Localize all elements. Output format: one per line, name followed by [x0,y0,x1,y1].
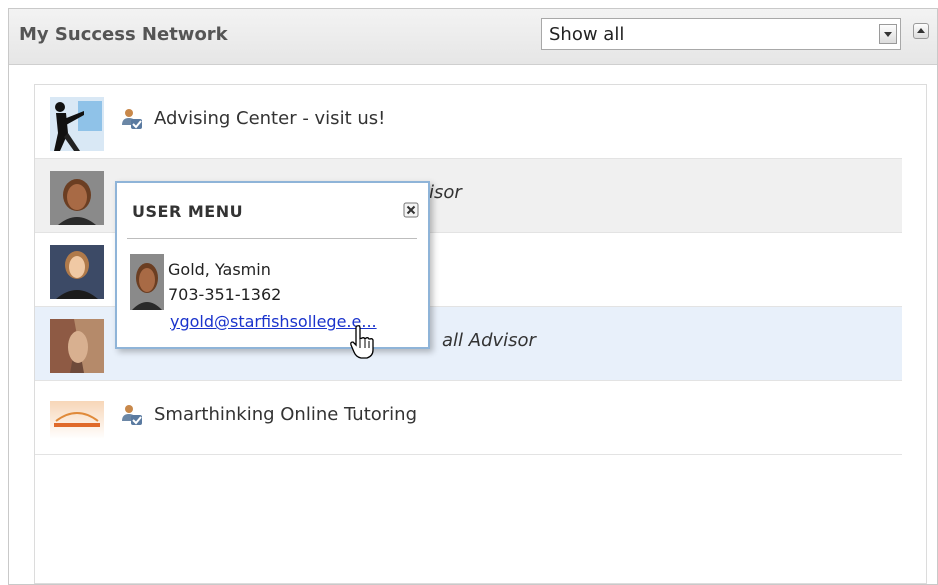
woman-photo-2 [50,245,104,299]
people-icon [122,109,142,129]
close-icon[interactable] [403,202,419,218]
people-icon [122,405,142,425]
row-label[interactable]: all Advisor [442,330,536,351]
menu-divider [127,238,417,239]
panel-title: My Success Network [19,24,228,45]
user-photo [130,254,164,310]
user-menu-popup: USER MENU Gold, Yasmin 703-351-1362 ygol… [115,181,430,349]
abstract-photo [50,319,104,373]
user-name: Gold, Yasmin [168,260,271,279]
row-label[interactable]: Smarthinking Online Tutoring [154,404,417,425]
dropdown-arrow-icon[interactable] [879,24,897,44]
user-email-link[interactable]: ygold@starfishsollege.e... [170,312,377,331]
row-label[interactable]: isor [429,182,462,203]
woman-photo [50,171,104,225]
list-item[interactable]: Smarthinking Online Tutoring [35,381,902,455]
filter-select-value: Show all [549,24,625,45]
user-menu-title: USER MENU [132,202,244,221]
list-item[interactable]: Advising Center - visit us! [35,85,902,159]
collapse-icon[interactable] [913,23,929,39]
hand-cursor-icon [350,325,374,359]
filter-select[interactable]: Show all [541,18,901,50]
silhouette-photo [50,97,104,151]
panel-header: My Success Network Show all [9,9,937,65]
row-label[interactable]: Advising Center - visit us! [154,108,385,129]
user-phone: 703-351-1362 [168,285,282,304]
smarthinking-logo [50,401,104,439]
